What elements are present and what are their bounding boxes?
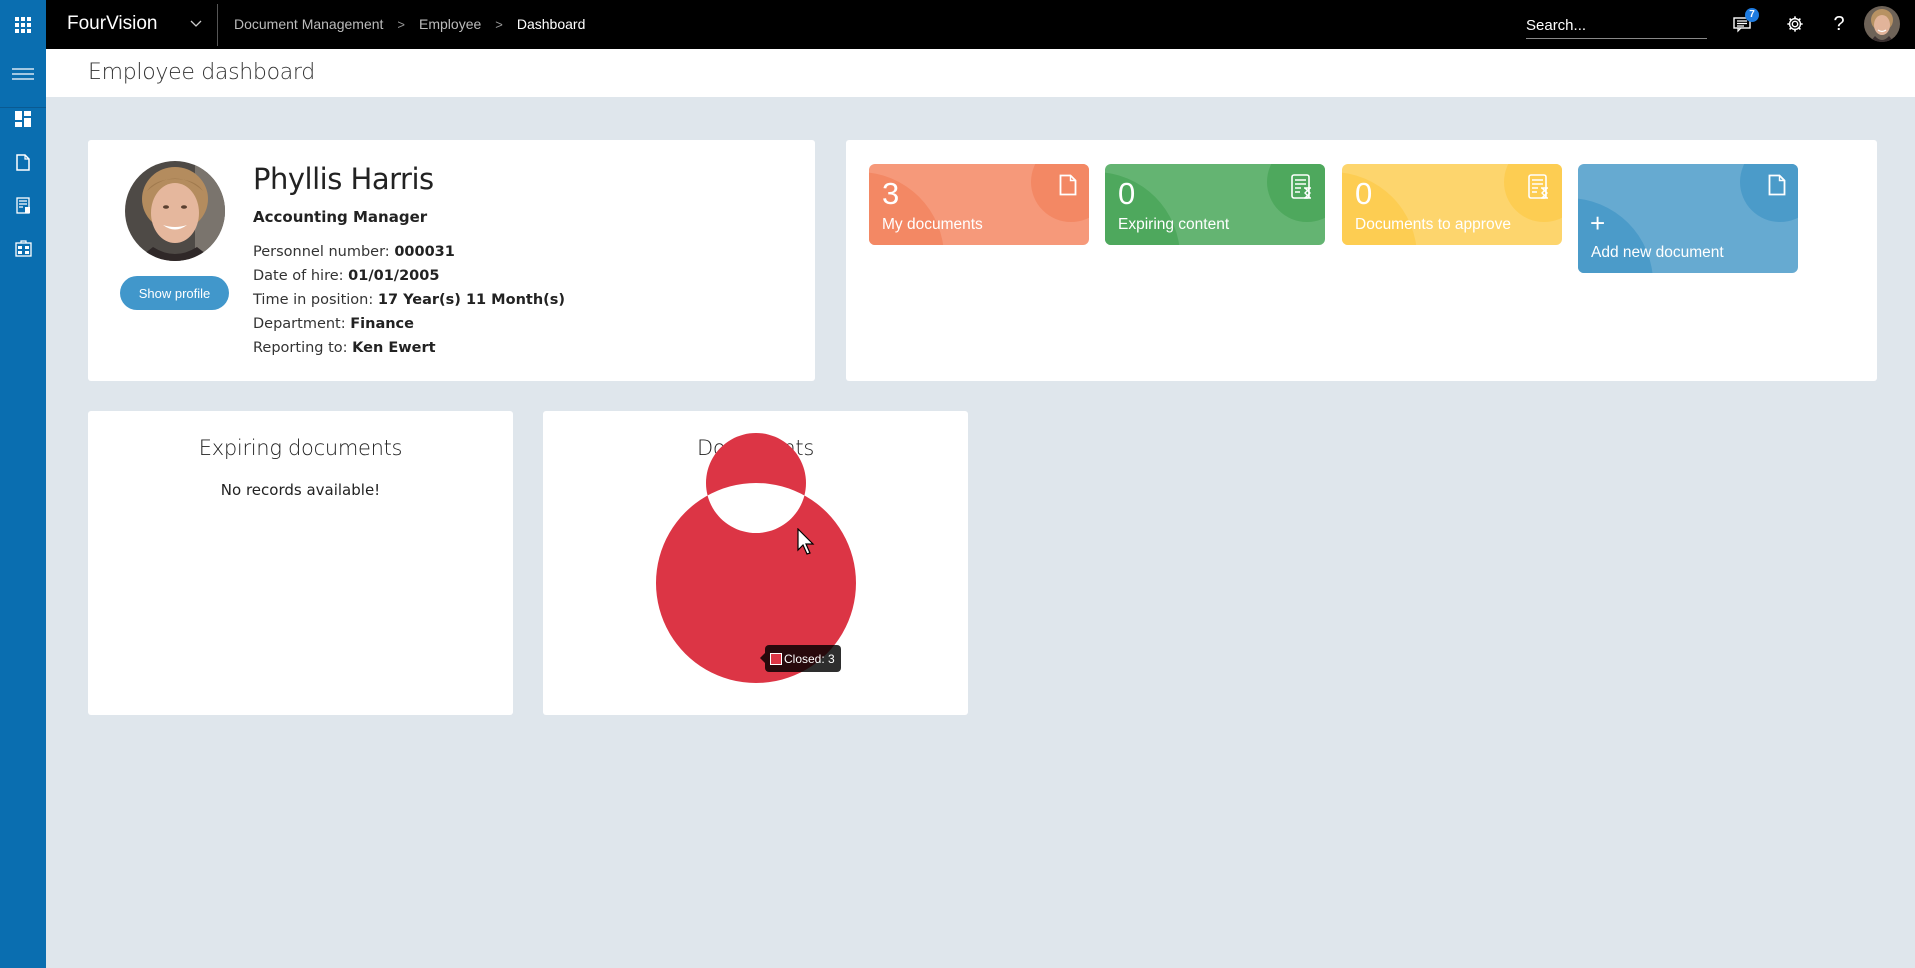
mouse-cursor-icon <box>797 528 815 555</box>
breadcrumb-document-management[interactable]: Document Management <box>234 16 383 32</box>
approval-icon <box>14 239 32 257</box>
tile-label: Add new document <box>1591 244 1724 261</box>
help-icon: ? <box>1833 12 1845 35</box>
document-icon <box>1059 174 1077 196</box>
document-expiring-icon <box>15 196 30 214</box>
tile-documents-to-approve[interactable]: 0 Documents to approve <box>1342 164 1562 245</box>
gear-icon <box>1787 16 1803 32</box>
sidebar-item-expiring[interactable] <box>0 185 46 225</box>
sidebar-item-menu[interactable] <box>0 54 46 94</box>
document-icon <box>1768 174 1786 196</box>
plus-icon: + <box>1590 208 1606 238</box>
notifications-button[interactable]: 7 <box>1730 8 1759 37</box>
tile-label: Documents to approve <box>1355 216 1511 233</box>
summary-tiles-card: 3 My documents 0 Expiring content 0 Docu… <box>846 140 1877 381</box>
notification-count-badge: 7 <box>1745 8 1759 22</box>
dashboard-icon <box>15 111 31 127</box>
chevron-down-icon[interactable] <box>188 15 204 31</box>
document-expiring-icon <box>1291 174 1311 199</box>
tile-add-new-document[interactable]: + Add new document <box>1578 164 1798 273</box>
personnel-number-value: 000031 <box>394 244 455 260</box>
chart-tooltip: Closed: 3 <box>760 645 841 672</box>
document-expiring-icon <box>1528 174 1548 199</box>
app-name: FourVision <box>67 13 158 34</box>
hamburger-icon <box>12 68 34 80</box>
search-box <box>1526 12 1707 39</box>
reporting-to-value: Ken Ewert <box>352 340 436 356</box>
tile-my-documents[interactable]: 3 My documents <box>869 164 1089 245</box>
tooltip-text: Closed: 3 <box>784 651 835 666</box>
settings-button[interactable] <box>1782 11 1808 37</box>
sidebar-item-approvals[interactable] <box>0 228 46 268</box>
time-in-position-value: 17 Year(s) 11 Month(s) <box>377 292 566 308</box>
tile-label: My documents <box>882 216 983 233</box>
page-title: Employee dashboard <box>88 60 315 85</box>
divider <box>217 4 218 46</box>
employee-details: Personnel number: 000031 Date of hire: 0… <box>253 240 565 360</box>
tile-label: Expiring content <box>1118 216 1230 233</box>
avatar-image <box>1864 6 1900 42</box>
donut-chart <box>655 433 856 683</box>
tile-expiring-content[interactable]: 0 Expiring content <box>1105 164 1325 245</box>
documents-chart-card: Documents <box>543 411 968 715</box>
date-of-hire-row: Date of hire: 01/01/2005 <box>253 268 440 284</box>
breadcrumb-separator-icon: > <box>397 16 406 32</box>
department-value: Finance <box>350 316 414 332</box>
show-profile-button[interactable]: Show profile <box>120 276 229 310</box>
page-header: Employee dashboard <box>46 49 1915 97</box>
expiring-documents-title: Expiring documents <box>198 436 403 460</box>
app-launcher-button[interactable] <box>0 0 46 49</box>
document-icon <box>16 153 30 171</box>
expiring-documents-card: Expiring documents No records available! <box>88 411 513 715</box>
tile-count: 0 <box>1118 176 1136 211</box>
tooltip-swatch <box>770 652 782 665</box>
employee-name: Phyllis Harris <box>253 162 434 196</box>
personnel-number-row: Personnel number: 000031 <box>253 244 455 260</box>
breadcrumb-dashboard[interactable]: Dashboard <box>517 16 586 32</box>
top-bar: FourVision Document Management > Employe… <box>0 0 1915 49</box>
employee-photo <box>125 161 225 261</box>
employee-role: Accounting Manager <box>253 208 428 226</box>
empty-message: No records available! <box>220 481 381 499</box>
app-launcher-icon <box>15 16 31 33</box>
breadcrumb-employee[interactable]: Employee <box>419 16 481 32</box>
department-row: Department: Finance <box>253 316 414 332</box>
sidebar-item-documents[interactable] <box>0 142 46 182</box>
user-avatar[interactable] <box>1864 6 1900 42</box>
search-input[interactable] <box>1526 12 1707 38</box>
tile-count: 3 <box>882 176 900 211</box>
sidebar-item-dashboard[interactable] <box>0 99 46 139</box>
employee-profile-card: Show profile Phyllis Harris Accounting M… <box>88 140 815 381</box>
date-of-hire-value: 01/01/2005 <box>348 268 440 284</box>
breadcrumb: Document Management > Employee > Dashboa… <box>234 16 585 32</box>
reporting-to-row: Reporting to: Ken Ewert <box>253 340 436 356</box>
help-button[interactable]: ? <box>1826 11 1852 37</box>
time-in-position-row: Time in position: 17 Year(s) 11 Month(s) <box>253 292 566 308</box>
breadcrumb-separator-icon: > <box>495 16 503 32</box>
tile-count: 0 <box>1355 176 1373 211</box>
sidebar <box>0 49 46 968</box>
